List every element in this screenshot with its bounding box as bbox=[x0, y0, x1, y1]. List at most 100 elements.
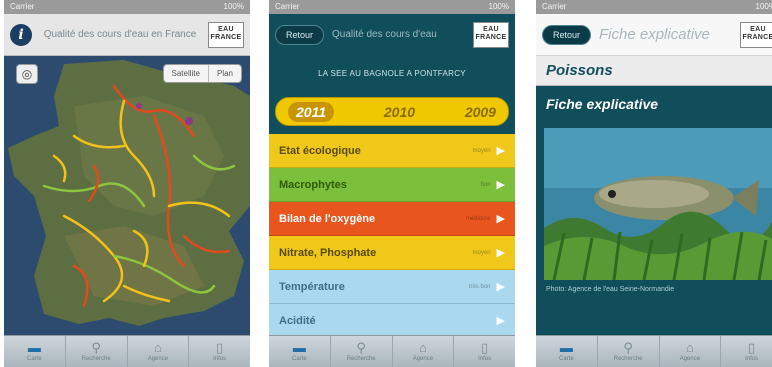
indicator-label: Nitrate, Phosphate bbox=[279, 246, 377, 259]
sheet-subheading: Fiche explicative bbox=[546, 96, 659, 112]
search-icon: ⚲ bbox=[91, 340, 101, 355]
map-icon: ▬ bbox=[27, 340, 41, 355]
indicator-status: bon bbox=[480, 181, 491, 188]
station-name: LA SEE AU BAGNOLE A PONTFARCY bbox=[269, 56, 515, 92]
tab-search[interactable]: ⚲ Recherche bbox=[331, 336, 393, 367]
fish-image bbox=[544, 128, 772, 280]
year-selector[interactable]: 2011 2010 2009 bbox=[275, 97, 509, 126]
indicator-label: Etat écologique bbox=[279, 144, 361, 157]
search-icon: ⚲ bbox=[356, 340, 366, 355]
year-option-2010[interactable]: 2010 bbox=[384, 104, 415, 120]
plan-button[interactable]: Plan bbox=[207, 65, 241, 82]
fish-photo bbox=[544, 128, 772, 280]
tab-label: Agence bbox=[679, 356, 701, 362]
chevron-right-icon: ▶ bbox=[496, 179, 505, 191]
nav-bar: Retour Qualité des cours d'eau EAU FRANC… bbox=[269, 14, 515, 56]
indicator-status: moyen bbox=[472, 147, 491, 154]
page-title: Qualité des cours d'eau en France bbox=[43, 28, 197, 40]
tab-bar: ▬ Carte ⚲ Recherche ⌂ Agence ▯ Infos bbox=[269, 335, 515, 367]
logo: EAU FRANCE bbox=[208, 21, 244, 48]
tab-map[interactable]: ▬ Carte bbox=[269, 336, 331, 367]
indicator-row[interactable]: Température très bon ▶ bbox=[269, 270, 515, 304]
tab-info[interactable]: ▯ Infos bbox=[454, 336, 515, 367]
nav-bar: i Qualité des cours d'eau en France EAU … bbox=[4, 14, 250, 56]
tab-label: Infos bbox=[745, 356, 759, 362]
building-icon: ⌂ bbox=[418, 340, 427, 355]
chevron-right-icon: ▶ bbox=[496, 281, 505, 293]
back-button[interactable]: Retour bbox=[542, 24, 592, 45]
indicator-row[interactable]: Etat écologique moyen ▶ bbox=[269, 134, 515, 168]
tab-info[interactable]: ▯ Infos bbox=[189, 336, 250, 367]
tab-institution[interactable]: ⌂ Agence bbox=[128, 336, 190, 367]
tab-search[interactable]: ⚲ Recherche bbox=[598, 336, 660, 367]
indicators-screen: Carrier 100% Retour Qualité des cours d'… bbox=[269, 0, 515, 367]
sheet-heading: Poissons bbox=[536, 56, 772, 86]
tab-label: Carte bbox=[292, 356, 307, 362]
map-mode-control[interactable]: Satellite Plan bbox=[162, 64, 242, 83]
indicator-row[interactable]: Bilan de l'oxygène médiocre ▶ bbox=[269, 202, 515, 236]
logo: EAU FRANCE bbox=[740, 21, 772, 48]
tab-institution[interactable]: ⌂ Agence bbox=[393, 336, 455, 367]
tab-search[interactable]: ⚲ Recherche bbox=[66, 336, 128, 367]
indicator-label: Acidité bbox=[279, 314, 316, 327]
photo-caption: Photo: Agence de l'eau Seine-Normandie bbox=[546, 286, 675, 293]
tab-label: Infos bbox=[213, 356, 227, 362]
indicator-row[interactable]: Macrophytes bon ▶ bbox=[269, 168, 515, 202]
locate-icon[interactable]: ◎ bbox=[16, 64, 38, 84]
status-bar: Carrier 100% bbox=[536, 0, 772, 14]
tab-map[interactable]: ▬ Carte bbox=[4, 336, 66, 367]
status-bar: Carrier 100% bbox=[4, 0, 250, 14]
year-option-2011[interactable]: 2011 bbox=[288, 101, 335, 122]
building-icon: ⌂ bbox=[153, 340, 162, 355]
carrier-label: Carrier bbox=[275, 2, 300, 11]
tab-label: Recherche bbox=[346, 356, 376, 362]
tab-bar: ▬ Carte ⚲ Recherche ⌂ Agence ▯ Infos bbox=[4, 335, 250, 367]
indicator-label: Bilan de l'oxygène bbox=[279, 212, 376, 225]
tab-label: Agence bbox=[412, 356, 434, 362]
tab-label: Infos bbox=[478, 356, 492, 362]
book-icon: ▯ bbox=[481, 340, 489, 355]
indicator-row[interactable]: Nitrate, Phosphate moyen ▶ bbox=[269, 236, 515, 270]
tab-label: Recherche bbox=[81, 356, 111, 362]
map-icon: ▬ bbox=[292, 340, 306, 355]
tab-label: Recherche bbox=[613, 356, 643, 362]
tab-label: Carte bbox=[559, 356, 574, 362]
page-title: Qualité des cours d'eau bbox=[332, 29, 437, 40]
river-quality-map[interactable] bbox=[4, 56, 250, 335]
back-button[interactable]: Retour bbox=[275, 25, 325, 45]
map-icon: ▬ bbox=[559, 340, 573, 355]
carrier-label: Carrier bbox=[10, 2, 35, 11]
search-icon: ⚲ bbox=[623, 340, 633, 355]
indicator-list: Etat écologique moyen ▶ Macrophytes bon ▶ Bila… bbox=[269, 134, 515, 338]
indicator-status: médiocre bbox=[465, 215, 491, 222]
year-selector-wrap: 2011 2010 2009 bbox=[269, 92, 515, 134]
tab-info[interactable]: ▯ Infos bbox=[721, 336, 772, 367]
battery-label: 100% bbox=[223, 2, 244, 11]
chevron-right-icon: ▶ bbox=[496, 247, 505, 259]
indicators-panel: LA SEE AU BAGNOLE A PONTFARCY 2011 2010 … bbox=[269, 56, 515, 338]
tab-institution[interactable]: ⌂ Agence bbox=[660, 336, 722, 367]
year-option-2009[interactable]: 2009 bbox=[465, 104, 496, 120]
france-map bbox=[4, 56, 250, 335]
battery-label: 100% bbox=[488, 2, 509, 11]
chevron-right-icon: ▶ bbox=[496, 213, 505, 225]
indicator-status: moyen bbox=[472, 249, 491, 256]
book-icon: ▯ bbox=[216, 340, 224, 355]
fact-sheet: Poissons Fiche explicative Photo: Agence… bbox=[536, 56, 772, 335]
indicator-label: Macrophytes bbox=[279, 178, 347, 191]
tab-label: Carte bbox=[27, 356, 42, 362]
logo: EAU FRANCE bbox=[473, 22, 509, 48]
battery-label: 100% bbox=[755, 2, 772, 11]
tab-label: Agence bbox=[147, 356, 169, 362]
indicator-label: Température bbox=[279, 280, 345, 293]
indicator-row[interactable]: Acidité ▶ bbox=[269, 304, 515, 338]
indicator-status: très bon bbox=[468, 283, 491, 290]
info-icon[interactable]: i bbox=[10, 23, 32, 46]
satellite-button[interactable]: Satellite bbox=[163, 65, 208, 82]
chevron-right-icon: ▶ bbox=[496, 145, 505, 157]
carrier-label: Carrier bbox=[542, 2, 567, 11]
fact-sheet-screen: Carrier 100% Retour Fiche explicative EA… bbox=[536, 0, 772, 367]
map-screen: Carrier 100% i Qualité des cours d'eau e… bbox=[4, 0, 250, 367]
nav-bar: Retour Fiche explicative EAU FRANCE bbox=[536, 14, 772, 56]
tab-map[interactable]: ▬ Carte bbox=[536, 336, 598, 367]
